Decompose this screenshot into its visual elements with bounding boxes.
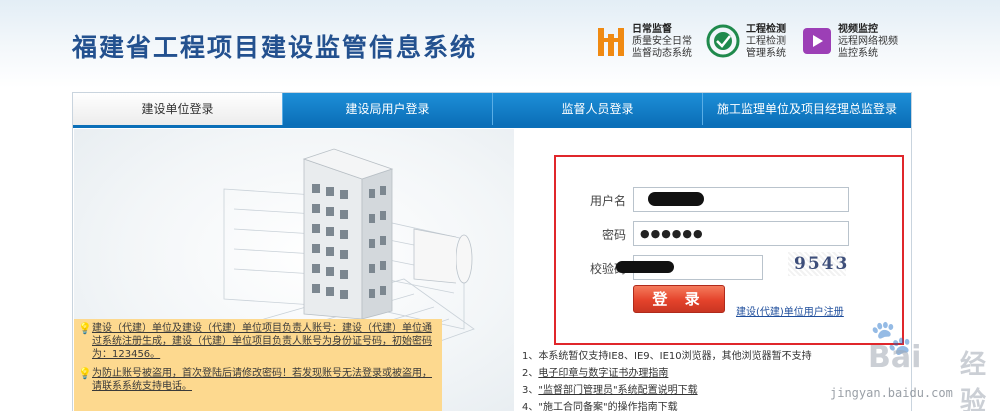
certificate-guide-link[interactable]: 电子印章与数字证书办理指南: [538, 368, 668, 379]
tab-construction-bureau-login[interactable]: 建设局用户登录: [282, 93, 492, 125]
tab-underline: [73, 125, 911, 128]
admin-config-download-link[interactable]: "监督部门管理员"系统配置说明下载: [538, 385, 697, 396]
building-crane-icon: [598, 28, 624, 56]
notice-security-info[interactable]: 为防止账号被盗用，首次登陆后请修改密码！若发现账号无法登录或被盗用，请联系系统支…: [92, 367, 438, 393]
password-input[interactable]: ●●●●●●: [633, 221, 849, 246]
info-list: 1、本系统暂仅支持IE8、IE9、IE10浏览器，其他浏览器暂不支持 2、电子印…: [522, 348, 812, 411]
baidu-jingyan-watermark: 🐾 Bai 经验 jingyan.baidu.com: [800, 318, 1000, 411]
contract-filing-guide-link[interactable]: "施工合同备案"的操作指南下载: [538, 402, 677, 411]
info-line-contract-filing: 4、"施工合同备案"的操作指南下载: [522, 402, 678, 411]
watermark-brand: Bai: [868, 340, 922, 375]
redacted-captcha-entry: [616, 261, 674, 273]
site-title: 福建省工程项目建设监管信息系统: [72, 33, 478, 62]
lightbulb-icon: 💡: [78, 322, 92, 335]
watermark-url: jingyan.baidu.com: [830, 386, 953, 400]
tab-contractor-manager-login[interactable]: 施工监理单位及项目经理总监登录: [702, 93, 911, 125]
info-line-browser: 1、本系统暂仅支持IE8、IE9、IE10浏览器，其他浏览器暂不支持: [522, 351, 812, 362]
login-button[interactable]: 登 录: [633, 285, 725, 313]
password-label: 密码: [601, 228, 626, 242]
redacted-username: [648, 192, 704, 206]
tab-supervisor-login[interactable]: 监督人员登录: [492, 93, 702, 125]
lightbulb-icon: 💡: [78, 367, 92, 380]
notice-box: 💡 建设（代建）单位及建设（代建）单位项目负责人账号：建设（代建）单位通过系统注…: [74, 319, 442, 411]
video-camera-icon: [803, 28, 831, 54]
daily-supervision-link[interactable]: 日常监督 质量安全日常 监督动态系统: [596, 24, 692, 60]
register-link[interactable]: 建设(代建)单位用户注册: [736, 303, 844, 318]
username-input[interactable]: [633, 187, 849, 212]
info-line-admin-config: 3、"监督部门管理员"系统配置说明下载: [522, 385, 698, 396]
info-line-certificate: 2、电子印章与数字证书办理指南: [522, 368, 669, 379]
video-monitoring-link[interactable]: 视频监控 远程网络视频 监控系统: [802, 24, 898, 60]
engineering-inspection-title: 工程检测: [746, 24, 786, 35]
captcha-image[interactable]: 9543: [788, 252, 847, 276]
notice-item: 💡 为防止账号被盗用，首次登陆后请修改密码！若发现账号无法登录或被盗用，请联系系…: [78, 367, 438, 393]
notice-account-info[interactable]: 建设（代建）单位及建设（代建）单位项目负责人账号：建设（代建）单位通过系统注册生…: [92, 322, 438, 361]
notice-item: 💡 建设（代建）单位及建设（代建）单位项目负责人账号：建设（代建）单位通过系统注…: [78, 322, 438, 361]
login-tabs: 建设单位登录 建设局用户登录 监督人员登录 施工监理单位及项目经理总监登录: [73, 93, 911, 125]
captcha-input[interactable]: [616, 255, 763, 280]
tab-construction-unit-login[interactable]: 建设单位登录: [73, 93, 282, 125]
watermark-brand-cn: 经验: [960, 350, 987, 411]
page-header: 福建省工程项目建设监管信息系统 日常监督 质量安全日常 监督动态系统 工程检测 …: [0, 0, 1000, 88]
login-form: 用户名 密码 ●●●●●● 校验码 9543 登 录 建设(代建)单位用户注册: [554, 155, 904, 345]
video-monitoring-title: 视频监控: [838, 24, 878, 35]
daily-supervision-title: 日常监督: [632, 24, 672, 35]
username-label: 用户名: [589, 194, 626, 208]
engineering-inspection-link[interactable]: 工程检测 工程检测 管理系统: [706, 24, 786, 60]
inspection-circle-icon: [706, 24, 740, 58]
